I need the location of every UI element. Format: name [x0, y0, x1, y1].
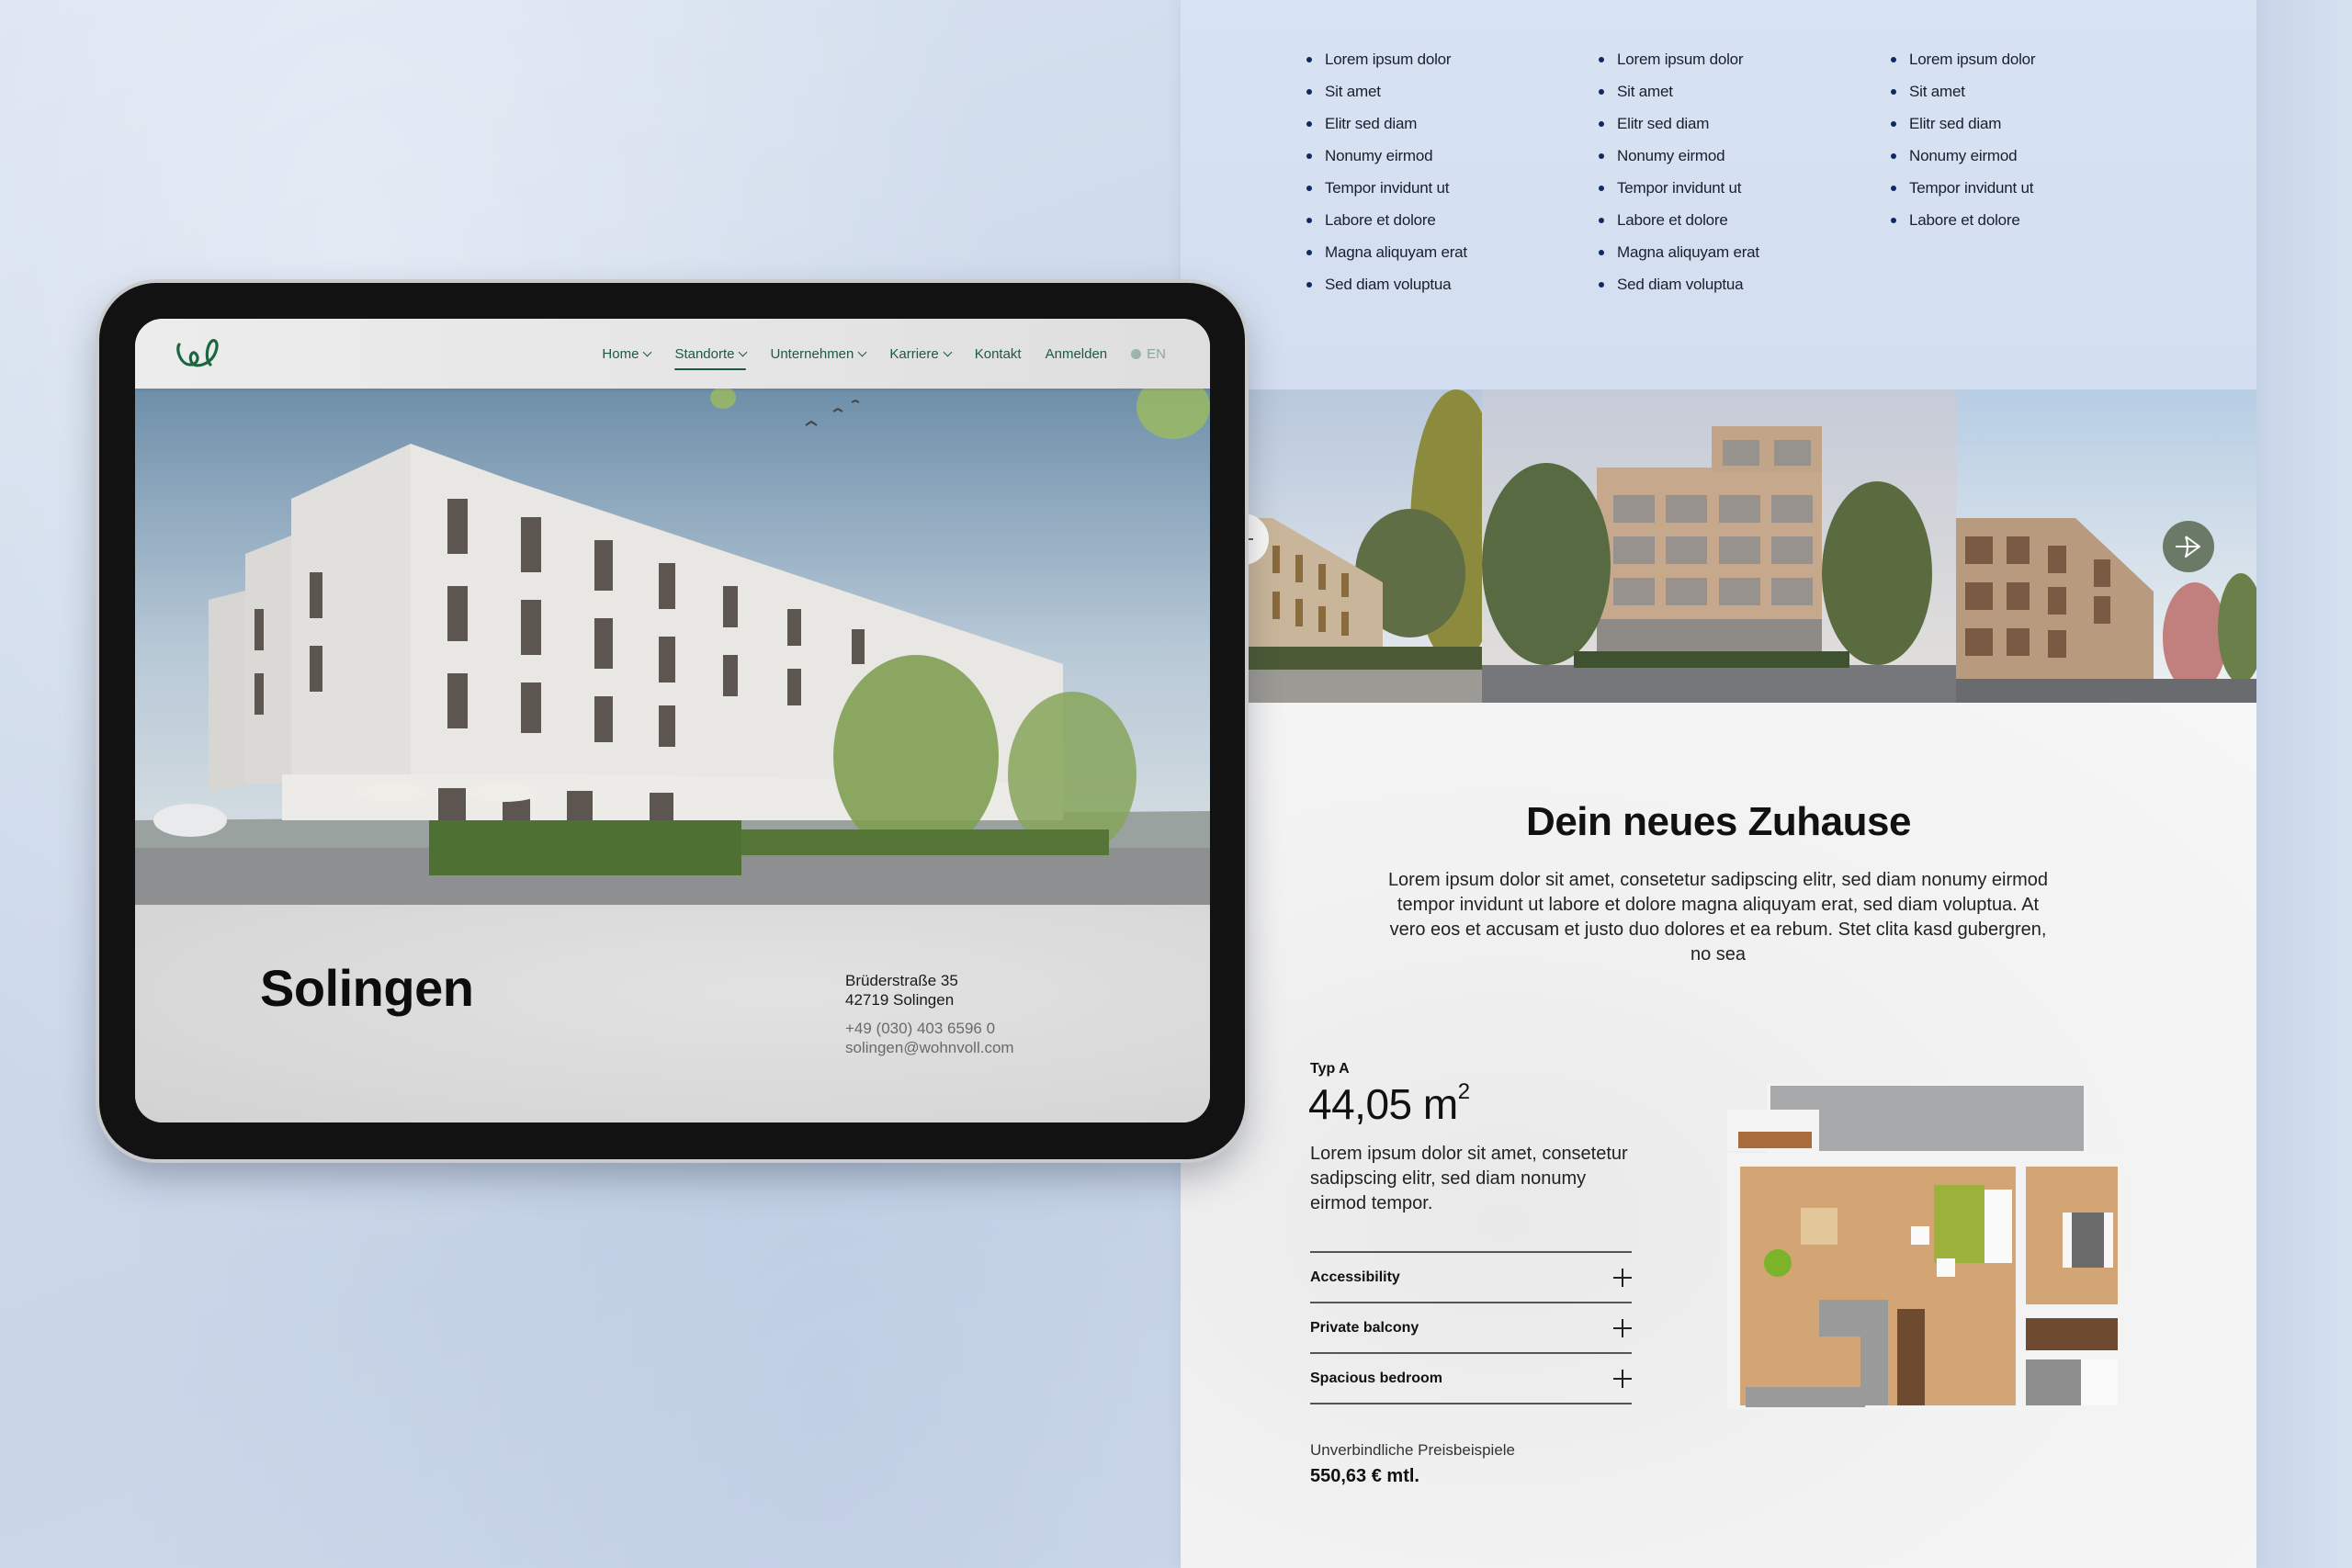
- list-item: Labore et dolore: [1891, 209, 2035, 241]
- nav-item-kontakt[interactable]: Kontakt: [975, 346, 1022, 362]
- list-item: Elitr sed diam: [1306, 112, 1467, 144]
- email-link[interactable]: solingen@wohnvoll.com: [845, 1038, 1014, 1057]
- accordion-label: Private balcony: [1310, 1319, 1419, 1336]
- list-item: Labore et dolore: [1306, 209, 1467, 241]
- nav-item-home[interactable]: Home: [602, 345, 652, 362]
- accordion-label: Accessibility: [1310, 1269, 1400, 1285]
- nav-item-karriere[interactable]: Karriere: [889, 345, 953, 362]
- nav-item-anmelden[interactable]: Anmelden: [1046, 346, 1108, 362]
- nav-label: Home: [602, 345, 639, 362]
- tablet-screen: Home Standorte Unternehmen Karriere Kontakt A…: [135, 319, 1210, 1122]
- unit-description: Lorem ipsum dolor sit amet, consetetur s…: [1310, 1144, 1628, 1213]
- list-item: Lorem ipsum dolor: [1306, 48, 1467, 80]
- feature-list-1: Lorem ipsum dolor Sit amet Elitr sed diam N…: [1306, 48, 1467, 305]
- list-item: Elitr sed diam: [1599, 112, 1759, 144]
- chevron-down-icon: [739, 347, 748, 356]
- tablet-device: Home Standorte Unternehmen Karriere Kontakt A…: [99, 283, 1245, 1159]
- chevron-down-icon: [642, 347, 652, 356]
- hero-image: [135, 389, 1210, 905]
- building-image: [1482, 389, 1956, 703]
- unit-section: Dein neues Zuhause Lorem ipsum dolor sit…: [1181, 703, 2256, 1568]
- nav-label: Unternehmen: [770, 345, 854, 362]
- plus-icon: [1613, 1268, 1632, 1287]
- carousel-slide[interactable]: [1482, 389, 1956, 703]
- price-value: 550,63 € mtl.: [1310, 1466, 1419, 1486]
- list-item: Nonumy eirmod: [1891, 144, 2035, 176]
- phone-link[interactable]: +49 (030) 403 6596 0: [845, 1019, 1014, 1038]
- feature-list-section: Lorem ipsum dolor Sit amet Elitr sed diam N…: [1181, 0, 2256, 389]
- list-item: Sit amet: [1891, 80, 2035, 112]
- floor-plan-image[interactable]: [1727, 1084, 2132, 1410]
- accordion-item-private-balcony[interactable]: Private balcony: [1310, 1303, 1632, 1354]
- nav-label: Karriere: [889, 345, 939, 362]
- street: Brüderstraße 35: [845, 972, 958, 989]
- unit-area-value: 44,05 m: [1308, 1080, 1458, 1128]
- list-item: Sed diam voluptua: [1306, 273, 1467, 305]
- site-header: Home Standorte Unternehmen Karriere Kontakt A…: [135, 319, 1210, 389]
- city-title: Solingen: [260, 959, 474, 1017]
- address: Brüderstraße 35 42719 Solingen: [845, 971, 958, 1010]
- contact: +49 (030) 403 6596 0 solingen@wohnvoll.c…: [845, 1019, 1014, 1057]
- unit-features-accordion: Accessibility Private balcony Spacious b…: [1310, 1251, 1632, 1404]
- feature-list-2: Lorem ipsum dolor Sit amet Elitr sed diam N…: [1599, 48, 1759, 305]
- unit-type-label: Typ A: [1310, 1061, 1350, 1077]
- feature-list-3: Lorem ipsum dolor Sit amet Elitr sed diam N…: [1891, 48, 2036, 241]
- main-nav: Home Standorte Unternehmen Karriere Kontakt A…: [602, 319, 1166, 389]
- building-render-image: [135, 389, 1210, 905]
- chevron-down-icon: [857, 347, 867, 356]
- list-item: Nonumy eirmod: [1306, 144, 1467, 176]
- section-intro-text: Lorem ipsum dolor sit amet, consetetur s…: [1387, 870, 2049, 964]
- list-item: Magna aliquyam erat: [1599, 241, 1759, 273]
- accordion-label: Spacious bedroom: [1310, 1370, 1443, 1386]
- background-strip: [2256, 0, 2352, 1568]
- unit-area: 44,05 m2: [1308, 1079, 1470, 1129]
- location-page-preview: Lorem ipsum dolor Sit amet Elitr sed diam N…: [1181, 0, 2256, 1568]
- nav-item-unternehmen[interactable]: Unternehmen: [770, 345, 867, 362]
- image-carousel[interactable]: [1181, 389, 2256, 703]
- list-item: Labore et dolore: [1599, 209, 1759, 241]
- nav-label: Kontakt: [974, 345, 1022, 362]
- globe-icon: [1131, 348, 1142, 359]
- building-image: [1245, 389, 1482, 703]
- list-item: Sit amet: [1599, 80, 1759, 112]
- nav-item-standorte[interactable]: Standorte: [674, 345, 748, 370]
- language-switch[interactable]: EN: [1131, 346, 1166, 362]
- list-item: Sed diam voluptua: [1599, 273, 1759, 305]
- carousel-next-button[interactable]: [2163, 521, 2214, 572]
- accordion-item-accessibility[interactable]: Accessibility: [1310, 1253, 1632, 1303]
- location-info: Solingen Brüderstraße 35 42719 Solingen …: [135, 905, 1210, 1122]
- carousel-slide[interactable]: [1245, 389, 1482, 703]
- accordion-item-spacious-bedroom[interactable]: Spacious bedroom: [1310, 1354, 1632, 1404]
- nav-label: Standorte: [674, 345, 735, 362]
- chevron-down-icon: [943, 347, 953, 356]
- price-label: Unverbindliche Preisbeispiele: [1310, 1441, 1516, 1459]
- list-item: Tempor invidunt ut: [1891, 176, 2035, 209]
- list-item: Lorem ipsum dolor: [1599, 48, 1759, 80]
- wohnvoll-logo-icon[interactable]: [175, 337, 221, 370]
- language-label: EN: [1147, 345, 1166, 362]
- section-title: Dein neues Zuhause: [1526, 799, 1911, 844]
- list-item: Tempor invidunt ut: [1599, 176, 1759, 209]
- unit-area-sup: 2: [1457, 1079, 1470, 1104]
- list-item: Magna aliquyam erat: [1306, 241, 1467, 273]
- plus-icon: [1613, 1318, 1632, 1337]
- list-item: Lorem ipsum dolor: [1891, 48, 2036, 80]
- list-item: Sit amet: [1306, 80, 1467, 112]
- arrow-right-icon: [2176, 536, 2200, 558]
- nav-label: Anmelden: [1045, 345, 1108, 362]
- list-item: Nonumy eirmod: [1599, 144, 1759, 176]
- list-item: Tempor invidunt ut: [1306, 176, 1467, 209]
- zip-city: 42719 Solingen: [845, 991, 955, 1009]
- list-item: Elitr sed diam: [1891, 112, 2035, 144]
- plus-icon: [1613, 1369, 1632, 1388]
